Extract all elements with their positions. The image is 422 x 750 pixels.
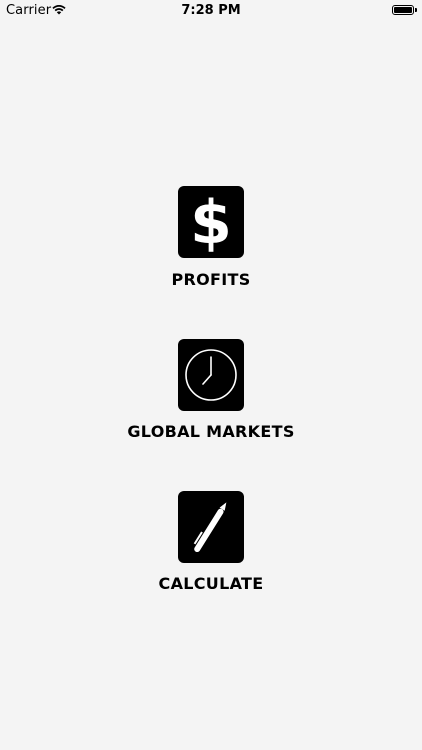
menu-label-global-markets[interactable]: GLOBAL MARKETS — [0, 422, 422, 441]
status-bar: Carrier 7:28 PM — [0, 0, 422, 22]
pen-icon[interactable] — [178, 491, 244, 563]
dollar-sign-icon[interactable]: $ — [178, 186, 244, 258]
menu-label-calculate[interactable]: CALCULATE — [0, 574, 422, 593]
status-time: 7:28 PM — [181, 3, 241, 18]
battery-cap — [415, 8, 417, 12]
clock-icon[interactable] — [178, 339, 244, 411]
svg-text:$: $ — [190, 188, 232, 258]
menu-label-profits[interactable]: PROFITS — [0, 270, 422, 289]
battery-icon — [392, 5, 414, 15]
